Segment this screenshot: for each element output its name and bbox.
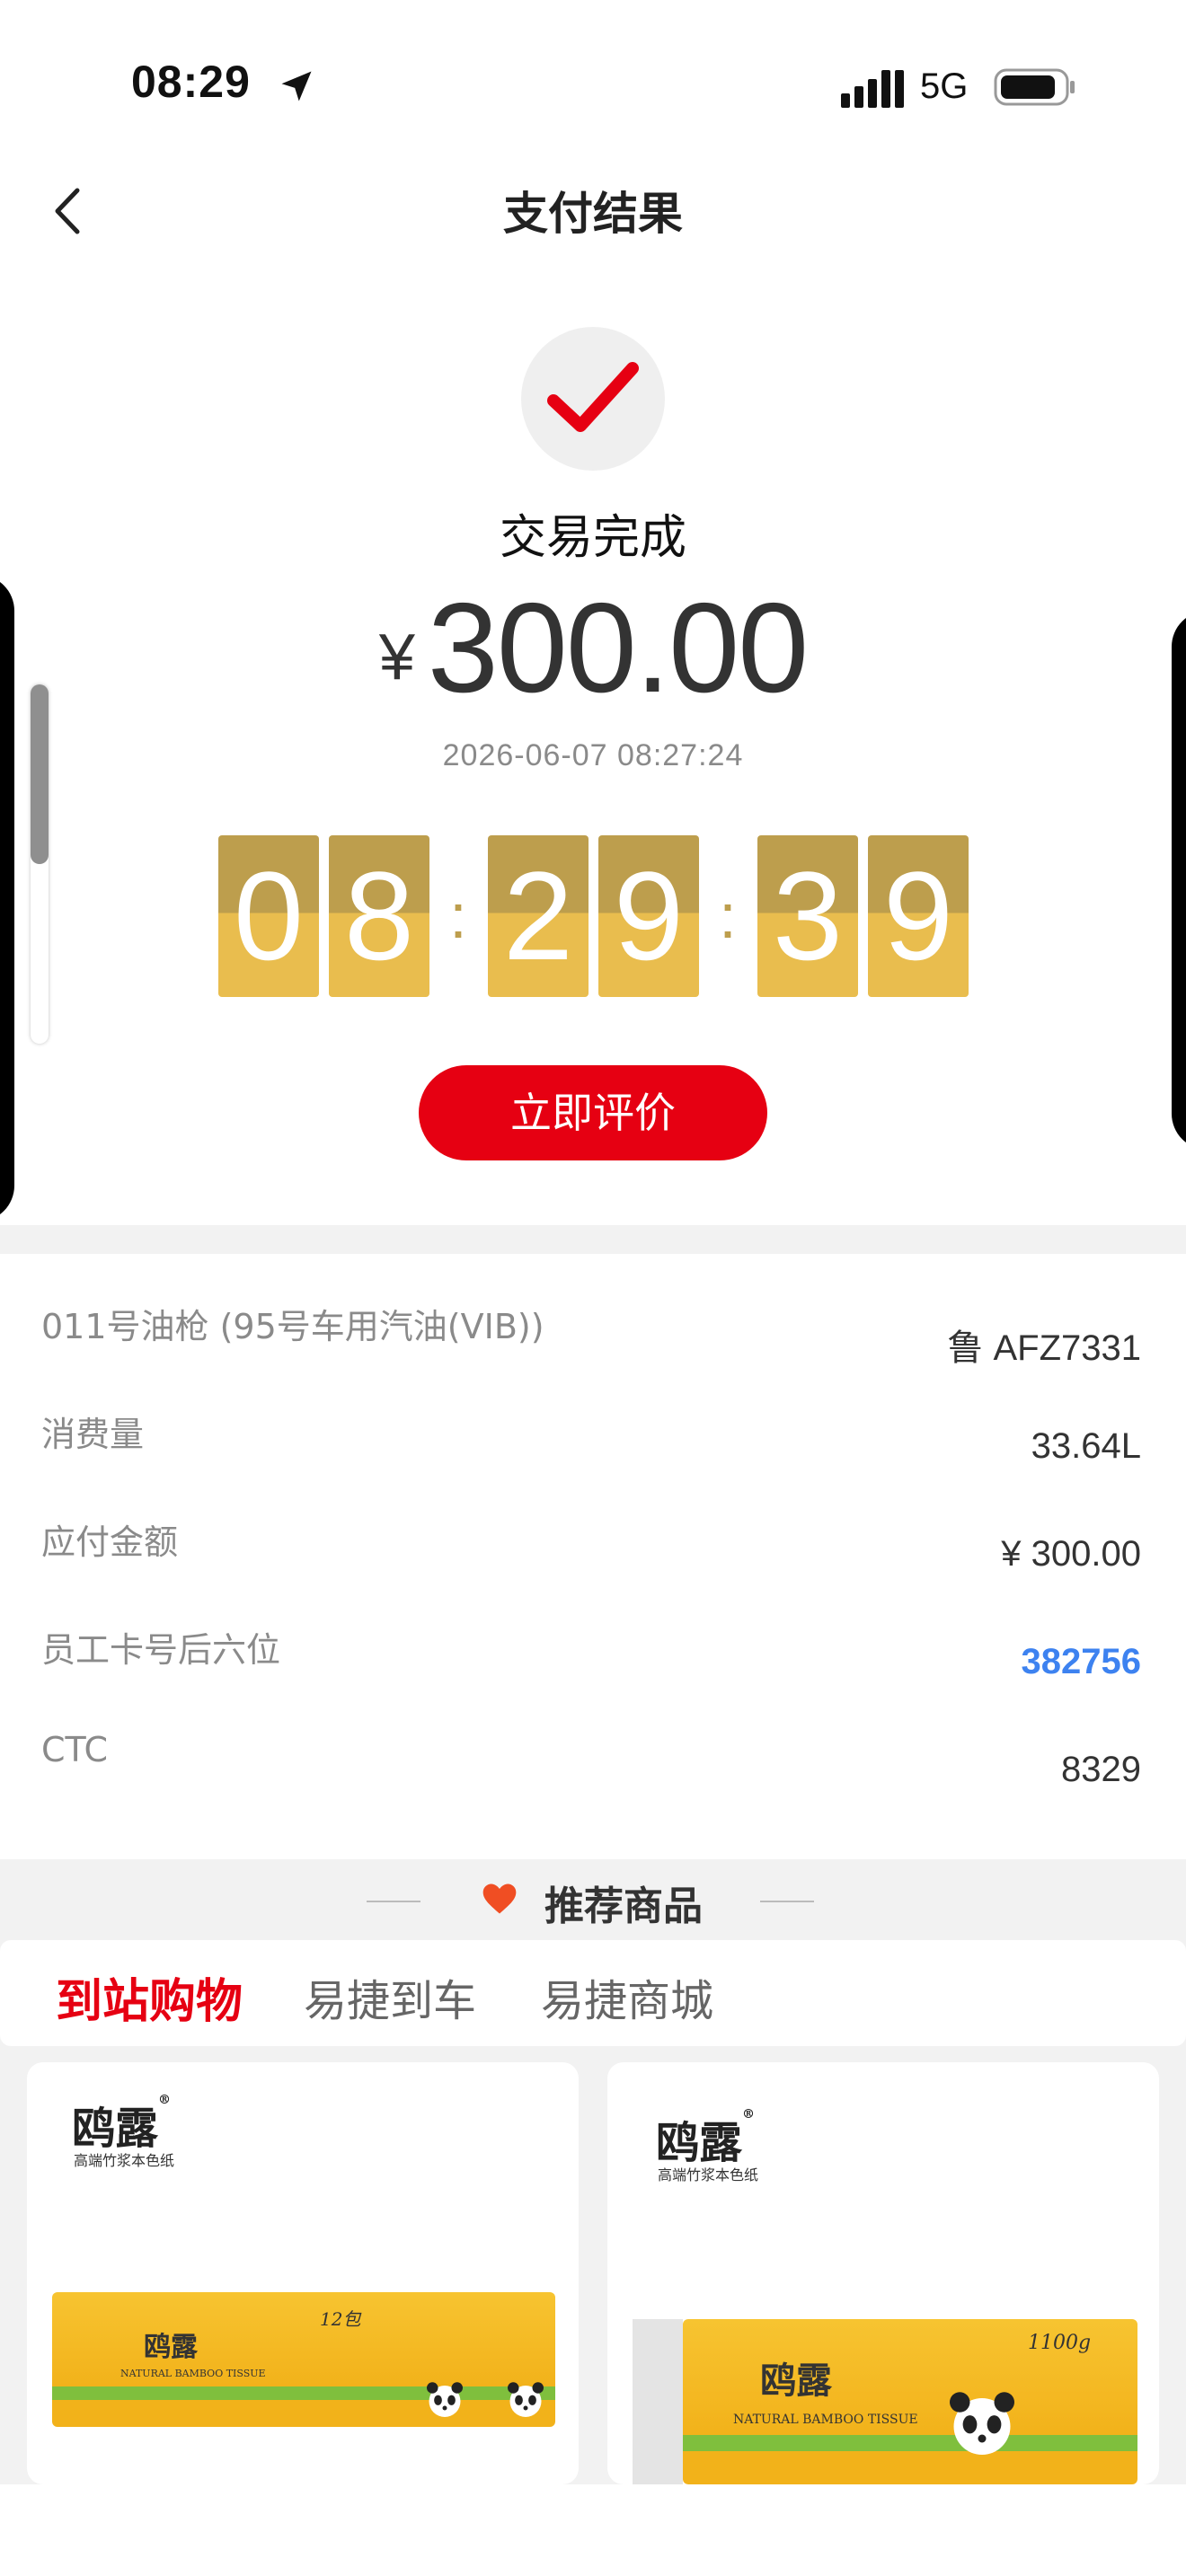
checkmark-icon	[547, 362, 639, 432]
brand-name: 鸥露	[656, 2118, 743, 2168]
detail-label: 011号油枪 (95号车用汽油(VIB))	[41, 1307, 544, 1346]
header-line-right	[760, 1901, 814, 1902]
currency-symbol: ¥	[378, 622, 415, 693]
roll-wrapper-end	[633, 2319, 683, 2484]
product-card[interactable]: 鸥露® 高端竹浆本色纸 鸥露 NATURAL BAMBOO TISSUE 12包	[27, 2062, 579, 2484]
product-image	[52, 2292, 555, 2427]
recommend-tabs: 到站购物 易捷到车 易捷商城	[0, 1940, 1186, 2046]
tab-drive-up[interactable]: 易捷到车	[304, 1965, 476, 2028]
detail-value: 8329	[1061, 1750, 1141, 1789]
network-type: 5G	[920, 66, 969, 106]
rate-now-button[interactable]: 立即评价	[419, 1065, 767, 1160]
detail-label: 消费量	[41, 1415, 145, 1454]
pack-brand: 鸥露	[144, 2332, 198, 2363]
clock-digit: 3	[757, 835, 858, 997]
battery-icon	[994, 68, 1075, 106]
tab-in-station-shopping[interactable]: 到站购物	[56, 1963, 243, 2031]
clock-digit: 9	[598, 835, 699, 997]
brand-logo: 鸥露®	[656, 2107, 756, 2168]
bottom-area	[0, 2484, 1186, 2576]
status-bar: 08:29 5G	[0, 0, 1186, 171]
detail-row-amount-due: 应付金额 ¥ 300.00	[0, 1514, 1186, 1622]
pack-count: 1100g	[1028, 2332, 1092, 2354]
detail-row-volume: 消费量 33.64L	[0, 1407, 1186, 1514]
header-line-left	[367, 1901, 420, 1902]
brand-subtitle: 高端竹浆本色纸	[74, 2152, 175, 2169]
detail-row-employee-card: 员工卡号后六位 382756	[0, 1622, 1186, 1730]
detail-label: 应付金额	[41, 1522, 179, 1562]
recommend-header: 推荐商品	[0, 1874, 1186, 1929]
detail-value: ¥ 300.00	[1001, 1534, 1141, 1574]
clock-digit: 8	[329, 835, 429, 997]
heart-icon	[482, 1883, 517, 1914]
cellular-signal-icon	[841, 70, 904, 108]
transaction-status: 交易完成	[499, 511, 686, 565]
recommend-title: 推荐商品	[544, 1883, 703, 1929]
detail-row-ctc: CTC 8329	[0, 1730, 1186, 1838]
tab-mall[interactable]: 易捷商城	[541, 1965, 713, 2028]
detail-value: 鲁 AFZ7331	[947, 1328, 1141, 1368]
brand-logo: 鸥露®	[72, 2093, 172, 2154]
payment-amount: ¥300.00	[0, 575, 1186, 722]
clock-digit: 9	[868, 835, 969, 997]
pack-brand: 鸥露	[760, 2360, 832, 2402]
pack-count: 12包	[320, 2308, 361, 2330]
success-badge	[521, 327, 665, 471]
brand-subtitle: 高端竹浆本色纸	[658, 2166, 759, 2183]
clock-digit: 0	[218, 835, 319, 997]
payment-datetime: 2026-06-07 08:27:24	[442, 738, 744, 772]
pack-text: NATURAL BAMBOO TISSUE	[120, 2368, 266, 2379]
panda-icon	[427, 2382, 463, 2417]
employee-card-link[interactable]: 382756	[1022, 1642, 1141, 1682]
live-clock: 0 8 : 2 9 : 3 9	[0, 835, 1186, 997]
amount-value: 300.00	[427, 577, 809, 719]
status-time: 08:29	[131, 57, 251, 107]
clock-separator: :	[449, 881, 467, 951]
product-card[interactable]: 鸥露® 高端竹浆本色纸 鸥露 NATURAL BAMBOO TISSUE 110…	[607, 2062, 1159, 2484]
location-arrow-icon	[281, 71, 312, 101]
panda-icon	[950, 2392, 1014, 2455]
clock-separator: :	[719, 881, 737, 951]
brand-name: 鸥露	[72, 2104, 159, 2154]
detail-label: 员工卡号后六位	[41, 1630, 281, 1670]
detail-value: 33.64L	[1031, 1426, 1141, 1466]
section-divider	[0, 1225, 1186, 1254]
page-title: 支付结果	[503, 188, 683, 240]
pack-text: NATURAL BAMBOO TISSUE	[733, 2413, 918, 2427]
detail-row-nozzle: 011号油枪 (95号车用汽油(VIB)) 鲁 AFZ7331	[0, 1299, 1186, 1407]
clock-digit: 2	[488, 835, 589, 997]
detail-label: CTC	[41, 1730, 109, 1769]
panda-icon	[508, 2382, 544, 2417]
